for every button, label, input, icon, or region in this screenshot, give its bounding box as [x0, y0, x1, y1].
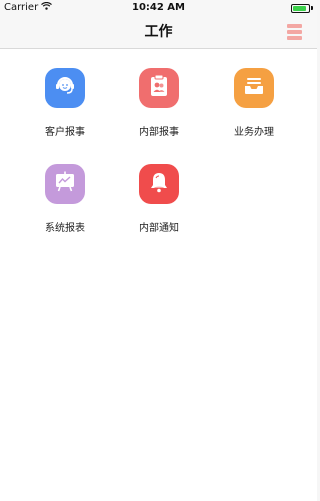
app-label: 业务办理 [234, 127, 274, 138]
app-tile-internal-report[interactable]: 内部报事 [119, 49, 199, 138]
battery-icon [291, 3, 310, 13]
app-icon-background [139, 68, 179, 108]
carrier-label: Carrier [4, 2, 39, 13]
wifi-icon [41, 0, 53, 16]
status-bar: Carrier 10:42 AM [0, 0, 317, 16]
app-label: 客户报事 [45, 127, 85, 138]
battery-tip [311, 6, 313, 10]
menu-icon-bar [287, 24, 302, 28]
chart-board-icon [52, 169, 78, 199]
page-title: 工作 [144, 24, 173, 40]
menu-icon[interactable] [287, 24, 302, 40]
app-label: 内部报事 [139, 127, 179, 138]
app-icon-background [45, 164, 85, 204]
app-icon-background [234, 68, 274, 108]
nav-bar: 工作 [0, 16, 317, 49]
app-tile-internal-notice[interactable]: 内部通知 [119, 145, 199, 234]
app-icon-background [45, 68, 85, 108]
badge-clipboard-icon [146, 73, 172, 103]
menu-icon-bar [287, 36, 302, 40]
battery-level [293, 5, 306, 11]
bell-icon [146, 169, 172, 199]
tray-inbox-icon [241, 73, 267, 103]
app-icon-background [139, 164, 179, 204]
app-tile-business-handling[interactable]: 业务办理 [214, 49, 294, 138]
status-left: Carrier [0, 0, 53, 16]
app-label: 系统报表 [45, 223, 85, 234]
app-tile-system-reports[interactable]: 系统报表 [25, 145, 105, 234]
menu-icon-bar [287, 30, 302, 34]
headset-agent-icon [52, 73, 78, 103]
status-right [291, 3, 317, 13]
app-grid: 客户报事 内部报事 业务办理 系统报表 内部通知 [0, 49, 317, 501]
app-tile-customer-report[interactable]: 客户报事 [25, 49, 105, 138]
app-label: 内部通知 [139, 223, 179, 234]
